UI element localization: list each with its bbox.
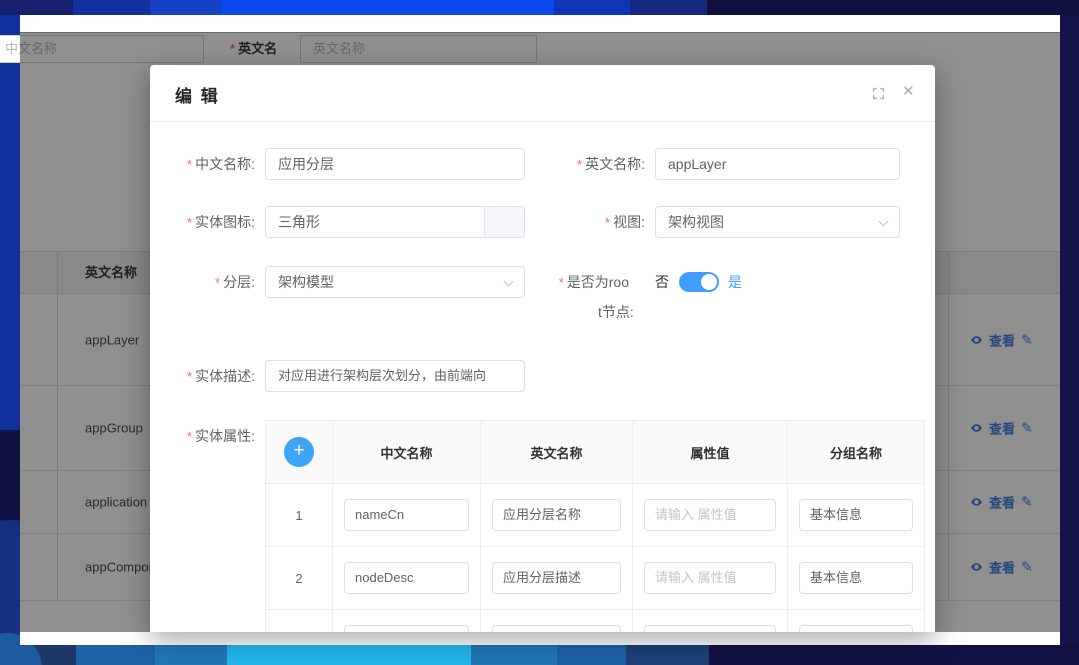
en-name-input[interactable]: appLayer — [655, 148, 900, 180]
attr-cn-input[interactable]: nameCn — [344, 499, 469, 531]
attr-en-input[interactable]: 应用分层描述 — [492, 562, 621, 594]
entity-attrs-label: *实体属性: — [150, 420, 255, 453]
column-header-en-name: 英文名称 — [481, 421, 633, 483]
attr-value-input[interactable]: 请输入 属性值 — [644, 625, 776, 632]
close-icon[interactable]: ✕ — [902, 82, 915, 100]
decor-band — [557, 645, 626, 665]
decor-band — [155, 645, 227, 665]
attr-value-input[interactable]: 请输入 属性值 — [644, 499, 776, 531]
attr-group-select[interactable]: 基本信息 — [799, 625, 913, 632]
row-index: 3 — [266, 610, 333, 632]
entity-desc-input[interactable]: 对应用进行架构层次划分，由前端向 — [265, 360, 525, 392]
entity-icon-input[interactable]: 三角形 — [265, 206, 525, 238]
layer-label: *分层: — [150, 266, 255, 299]
en-name-label: *英文名称: — [540, 148, 645, 181]
entity-desc-label: *实体描述: — [150, 360, 255, 393]
decor-band — [0, 0, 73, 15]
attributes-table-header: + 中文名称 英文名称 属性值 分组名称 — [266, 421, 924, 483]
toggle-on-label: 是 — [728, 266, 742, 298]
attr-en-input[interactable]: 应用分层英文名 — [492, 625, 621, 632]
view-label: *视图: — [540, 206, 645, 239]
required-mark: * — [187, 429, 192, 444]
is-root-toggle[interactable] — [679, 272, 719, 292]
edit-modal: 编 辑 ✕ *中文名称: 应用分层 *英文名称: appLayer *实体图标:… — [150, 65, 935, 632]
attribute-row: 2 nodeDesc 应用分层描述 请输入 属性值 基本信息 — [266, 546, 924, 609]
attribute-row: 1 nameCn 应用分层名称 请输入 属性值 基本信息 — [266, 483, 924, 546]
cn-name-label: *中文名称: — [150, 148, 255, 181]
column-header-cn-name: 中文名称 — [333, 421, 481, 483]
decor-band — [150, 0, 221, 15]
attr-group-select[interactable]: 基本信息 — [799, 562, 913, 594]
view-select[interactable]: 架构视图 — [655, 206, 900, 238]
required-mark: * — [215, 275, 220, 290]
entity-icon-label: *实体图标: — [150, 206, 255, 239]
cn-name-input[interactable]: 应用分层 — [265, 148, 525, 180]
decor-band — [76, 645, 155, 665]
required-mark: * — [577, 157, 582, 172]
column-header-attr-value: 属性值 — [633, 421, 788, 483]
decor-left-band — [0, 15, 20, 430]
add-column-cell: + — [266, 421, 333, 483]
decor-band — [221, 0, 554, 15]
required-mark: * — [605, 215, 610, 230]
attr-en-input[interactable]: 应用分层名称 — [492, 499, 621, 531]
toggle-knob — [701, 274, 717, 290]
chevron-down-icon — [504, 277, 514, 287]
attr-group-select[interactable]: 基本信息 — [799, 499, 913, 531]
icon-picker-suffix[interactable] — [484, 207, 524, 237]
modal-header: 编 辑 ✕ — [150, 65, 935, 122]
decor-band — [626, 645, 709, 665]
decor-band — [227, 645, 471, 665]
row-index: 2 — [266, 547, 333, 609]
modal-title: 编 辑 — [175, 82, 220, 107]
is-root-label-line2: t节点: — [598, 302, 634, 322]
fullscreen-icon[interactable] — [872, 87, 885, 105]
row-index: 1 — [266, 484, 333, 546]
decor-band — [630, 0, 707, 15]
required-mark: * — [187, 215, 192, 230]
attr-cn-input[interactable]: nameEn — [344, 625, 469, 632]
is-root-label-line1: *是否为roo — [555, 266, 629, 299]
chevron-down-icon — [879, 217, 889, 227]
required-mark: * — [187, 369, 192, 384]
attr-cn-input[interactable]: nodeDesc — [344, 562, 469, 594]
decor-band — [73, 0, 150, 15]
decor-band — [554, 0, 630, 15]
screen: 中文名称 *英文名 英文名称 英文名称 appLayer 查看 ✎ — [0, 0, 1079, 665]
decor-band — [709, 645, 1079, 665]
decor-band — [471, 645, 557, 665]
required-mark: * — [187, 157, 192, 172]
attr-value-input[interactable]: 请输入 属性值 — [644, 562, 776, 594]
attribute-row: 3 nameEn 应用分层英文名 请输入 属性值 基本信息 — [266, 609, 924, 632]
decor-right-band — [1060, 15, 1079, 645]
column-header-group-name: 分组名称 — [788, 421, 924, 483]
required-mark: * — [559, 275, 564, 290]
toggle-off-label: 否 — [655, 266, 669, 298]
add-attribute-button[interactable]: + — [284, 437, 314, 467]
layer-select[interactable]: 架构模型 — [265, 266, 525, 298]
app-window: 中文名称 *英文名 英文名称 英文名称 appLayer 查看 ✎ — [20, 15, 1060, 645]
attributes-table: + 中文名称 英文名称 属性值 分组名称 1 nameCn 应用分层名称 请输入… — [265, 420, 925, 632]
